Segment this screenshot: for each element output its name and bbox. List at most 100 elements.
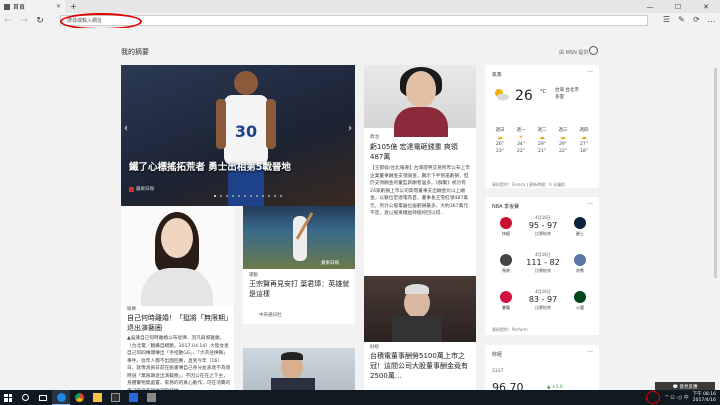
game-row[interactable]: 馬刺 4月16日 111 - 82 比賽結束 灰熊	[491, 252, 595, 284]
web-note-icon[interactable]: ✎	[677, 14, 686, 25]
clothing-shape	[141, 268, 213, 306]
carousel-dot[interactable]	[268, 195, 270, 197]
score-value: 83 - 97	[528, 295, 558, 304]
actress-photo[interactable]	[121, 206, 234, 306]
nba-card[interactable]: NBA 季後賽 ··· 快艇 4月16日 95 - 97 比賽結束 爵士 馬刺 4月16日 1…	[485, 197, 599, 335]
new-tab-button[interactable]: +	[65, 2, 82, 11]
title-bar: 首頁 ✕ + — ☐ ✕	[0, 0, 720, 13]
carousel-dot[interactable]	[262, 195, 264, 197]
search-icon[interactable]	[16, 390, 34, 405]
weather-card[interactable]: 氣象 ··· 26 °C 台灣 台北市 多雲 週日 ☁ 26° 23° 週一 ☀ 34° 22…	[485, 65, 599, 188]
back-button[interactable]: ←	[0, 16, 16, 26]
more-icon[interactable]: …	[707, 14, 716, 25]
news-card-tsmc[interactable]: 財經 台積電董事酬勞5100萬上市之冠！這間公司大股董事酬金竟有2500萬…	[364, 342, 476, 390]
page-icon	[4, 3, 10, 10]
forward-button[interactable]: →	[16, 16, 32, 26]
carousel-dot[interactable]	[214, 195, 216, 197]
photo-icon[interactable]	[142, 390, 160, 405]
svg-text:30: 30	[235, 122, 257, 141]
forecast-low: 18°	[580, 149, 588, 154]
carousel-dot[interactable]	[244, 195, 246, 197]
story-headline[interactable]: 王宗賢再見安打 葉君璋：英雄就是這樣	[249, 279, 351, 299]
home-team: 快艇	[495, 217, 517, 237]
presenter-photo[interactable]	[243, 348, 355, 390]
away-team-name: 灰熊	[576, 268, 584, 273]
forecast-day-name: 週三	[558, 128, 568, 133]
forecast-high: 29°	[538, 142, 546, 147]
taskbar: ^ ⊡ ◁) 中 下午 08:16 2017/4/16	[0, 390, 720, 405]
game-row[interactable]: 快艇 4月16日 95 - 97 比賽結束 爵士	[491, 215, 595, 247]
forecast-low: 22°	[517, 149, 525, 154]
temp-unit[interactable]: °C	[540, 89, 546, 95]
news-card-htc[interactable]: 政治 虧105億 宏達電砸錢重 爽領487萬 【王郁倫/台北報導】台灣證券交易所…	[364, 65, 476, 287]
carousel-dot[interactable]	[226, 195, 228, 197]
clock[interactable]: 下午 08:16 2017/4/16	[693, 392, 716, 403]
weather-icon: ☁	[581, 134, 587, 141]
taskview-icon[interactable]	[34, 390, 52, 405]
system-tray: ^ ⊡ ◁) 中 下午 08:16 2017/4/16	[665, 392, 720, 403]
share-icon[interactable]: ⟳	[692, 14, 701, 25]
forecast-day-name: 週日	[495, 128, 505, 133]
store-icon[interactable]	[106, 390, 124, 405]
msn-label[interactable]: 由 MSN 提供	[559, 49, 588, 56]
address-input[interactable]: 搜尋或輸入網址	[60, 15, 648, 26]
feedback-button[interactable]: 💬 意見反應	[655, 382, 715, 390]
tray-icons[interactable]: ^ ⊡ ◁) 中	[665, 394, 689, 401]
minimize-button[interactable]: —	[636, 3, 664, 11]
hero-card[interactable]: 30 ‹ › 鐵了心標搖拓荒者 勇士出相第5戰晉地 蘋果日報	[121, 65, 355, 206]
executive-photo[interactable]	[364, 276, 476, 342]
scrollbar[interactable]	[714, 68, 717, 278]
nba-source: 資料提供：Perform	[492, 327, 528, 332]
news-card-actress[interactable]: 娛樂 自己何時離婚！「挺將「無限期」退出演藝圈 ▲吳蓮自己何時離婚公布從彈、羽凡…	[121, 306, 234, 390]
game-score: 4月16日 95 - 97 比賽結束	[523, 215, 563, 237]
team-logo-icon	[500, 291, 512, 303]
hub-icon[interactable]: ☰	[662, 14, 671, 25]
suit-shape	[392, 316, 442, 342]
explorer-icon[interactable]	[88, 390, 106, 405]
feed-heading: 我的摘要	[121, 48, 149, 56]
weather-icon: ☁	[497, 134, 503, 141]
mail-icon[interactable]	[124, 390, 142, 405]
baseball-photo[interactable]: 蘋果日報	[243, 206, 355, 269]
tab-home[interactable]: 首頁 ✕	[0, 0, 65, 13]
carousel-dot[interactable]	[274, 195, 276, 197]
previous-arrow-icon[interactable]: ‹	[124, 123, 128, 134]
clothing-shape	[394, 107, 448, 137]
current-temp: 26	[515, 88, 533, 104]
news-card-baseball[interactable]: 運動 王宗賢再見安打 葉君璋：英雄就是這樣 中央通訊社	[243, 269, 355, 324]
close-tab-icon[interactable]: ✕	[56, 3, 61, 10]
carousel-dot[interactable]	[238, 195, 240, 197]
more-icon[interactable]: ···	[587, 349, 593, 356]
close-window-button[interactable]: ✕	[692, 3, 720, 11]
hero-headline[interactable]: 鐵了心標搖拓荒者 勇士出相第5戰晉地	[129, 159, 291, 173]
home-team-name: 快艇	[502, 231, 510, 236]
forecast-day: 週三 ☁ 29° 22°	[554, 127, 572, 155]
next-arrow-icon[interactable]: ›	[348, 123, 352, 134]
more-icon[interactable]: ···	[587, 69, 593, 76]
chrome-icon[interactable]	[70, 390, 88, 405]
carousel-dot[interactable]	[280, 195, 282, 197]
maximize-button[interactable]: ☐	[664, 3, 692, 11]
more-icon[interactable]: ···	[587, 201, 593, 208]
carousel-dot[interactable]	[232, 195, 234, 197]
clock-time: 下午 08:16	[692, 392, 716, 397]
start-button[interactable]	[0, 390, 16, 405]
hair-shape	[281, 352, 303, 360]
refresh-button[interactable]: ↻	[32, 16, 48, 26]
story-headline[interactable]: 台積電董事酬勞5100萬上市之冠！這間公司大股董事酬金竟有2500萬…	[370, 351, 474, 381]
weather-location: 台灣 台北市 多雲	[555, 87, 579, 101]
story-headline[interactable]: 虧105億 宏達電砸錢重 爽領487萬	[370, 142, 470, 162]
edge-icon[interactable]	[52, 390, 70, 405]
carousel-dot[interactable]	[256, 195, 258, 197]
story-headline[interactable]: 自己何時離婚！「挺將「無限期」退出演藝圈	[127, 313, 231, 333]
game-row[interactable]: 暴龍 4月16日 83 - 97 比賽結束 公鹿	[491, 289, 595, 321]
stocks-title: 財經	[492, 352, 503, 358]
carousel-dot[interactable]	[250, 195, 252, 197]
gear-icon[interactable]	[589, 46, 598, 55]
condition: 多雲	[555, 95, 564, 100]
team-logo-icon	[500, 217, 512, 229]
image-source: 蘋果日報	[321, 261, 339, 266]
team-logo-icon	[574, 217, 586, 229]
stocks-card[interactable]: 財經 ··· 2317 96.70 ▲ +1.0	[485, 345, 599, 390]
carousel-dot[interactable]	[220, 195, 222, 197]
